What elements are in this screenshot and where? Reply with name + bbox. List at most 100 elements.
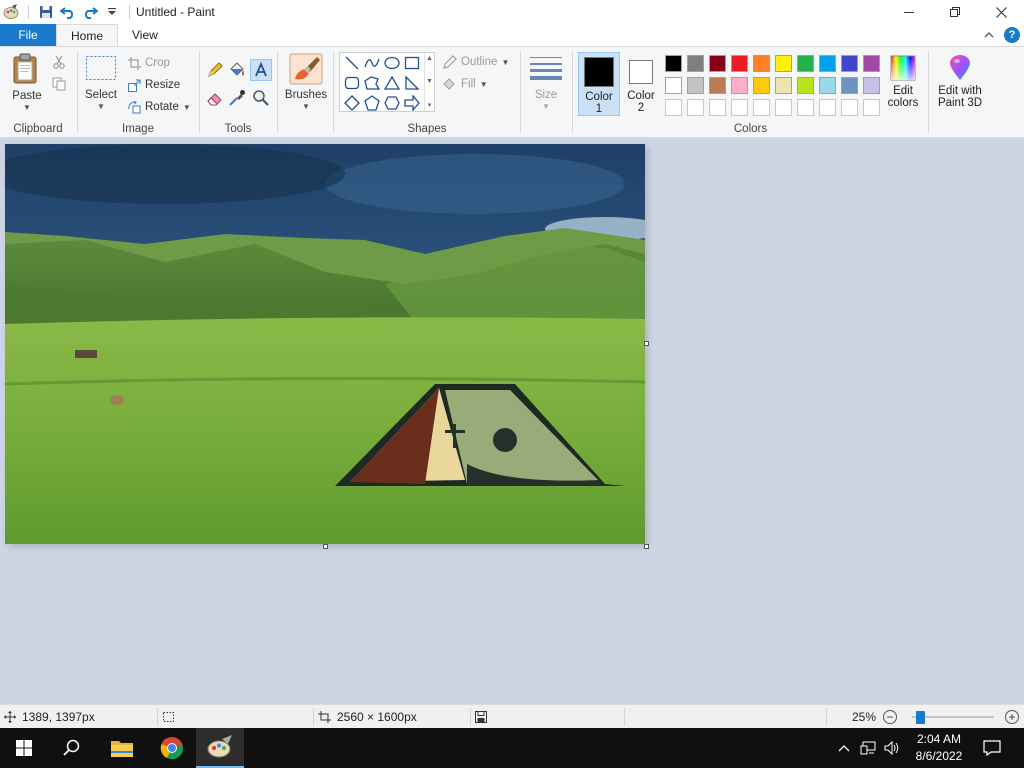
palette-color-swatch[interactable] (860, 74, 882, 96)
window-controls (886, 0, 1024, 24)
paste-button[interactable]: Paste ▼ (6, 53, 48, 114)
resize-handle-bottom[interactable] (323, 544, 328, 549)
scroll-down-icon[interactable]: ▼ (426, 78, 433, 85)
volume-icon[interactable] (884, 741, 900, 755)
clock[interactable]: 2:04 AM 8/6/2022 (900, 731, 978, 765)
tab-view[interactable]: View (118, 24, 172, 46)
restore-button[interactable] (932, 0, 978, 24)
rotate-button[interactable]: Rotate ▼ (128, 97, 191, 117)
customize-quick-access-icon[interactable] (101, 1, 123, 23)
zoom-slider-thumb[interactable] (916, 711, 926, 724)
palette-color-swatch[interactable] (706, 52, 728, 74)
palette-color-swatch[interactable] (838, 74, 860, 96)
palette-color-swatch[interactable] (772, 96, 794, 118)
pencil-icon[interactable] (206, 61, 224, 79)
minimize-button[interactable] (886, 0, 932, 24)
palette-color-swatch[interactable] (662, 96, 684, 118)
palette-color-swatch[interactable] (816, 96, 838, 118)
magnifier-icon[interactable] (252, 89, 270, 107)
line-shape-icon[interactable] (342, 53, 362, 73)
pentagon-shape-icon[interactable] (362, 93, 382, 113)
notifications-button[interactable] (970, 728, 1014, 768)
rectangle-shape-icon[interactable] (402, 53, 422, 73)
palette-color-swatch[interactable] (662, 52, 684, 74)
palette-color-swatch[interactable] (816, 52, 838, 74)
fill-button[interactable]: Fill ▼ (442, 74, 488, 94)
palette-color-swatch[interactable] (750, 52, 772, 74)
triangle-shape-icon[interactable] (382, 73, 402, 93)
brushes-button[interactable]: Brushes ▼ (282, 53, 330, 113)
tab-file[interactable]: File (0, 24, 56, 46)
outline-button[interactable]: Outline ▼ (442, 52, 509, 72)
palette-color-swatch[interactable] (684, 74, 706, 96)
polygon-shape-icon[interactable] (362, 73, 382, 93)
palette-color-swatch[interactable] (794, 96, 816, 118)
right-triangle-shape-icon[interactable] (402, 73, 422, 93)
search-button[interactable] (48, 728, 96, 768)
cut-icon[interactable] (52, 55, 66, 69)
palette-color-swatch[interactable] (728, 96, 750, 118)
scroll-up-icon[interactable]: ▲ (426, 55, 433, 62)
palette-color-swatch[interactable] (838, 96, 860, 118)
expand-gallery-icon[interactable]: ▾ (428, 101, 432, 109)
drawing-canvas[interactable] (5, 144, 645, 544)
zoom-out-button[interactable]: − (883, 710, 897, 724)
palette-color-swatch[interactable] (706, 96, 728, 118)
close-button[interactable] (978, 0, 1024, 24)
size-button[interactable]: Size ▼ (527, 55, 565, 113)
palette-color-swatch[interactable] (684, 52, 706, 74)
text-tool-button[interactable] (250, 59, 272, 81)
status-separator (624, 708, 625, 726)
zoom-in-button[interactable]: + (1005, 710, 1019, 724)
network-icon[interactable] (860, 741, 876, 755)
palette-color-swatch[interactable] (728, 74, 750, 96)
palette-color-swatch[interactable] (706, 74, 728, 96)
help-icon[interactable]: ? (1004, 27, 1020, 43)
palette-color-swatch[interactable] (860, 96, 882, 118)
right-arrow-shape-icon[interactable] (402, 93, 422, 113)
resize-handle-corner[interactable] (644, 544, 649, 549)
save-icon[interactable] (35, 1, 57, 23)
paint-taskbar-button[interactable] (196, 728, 244, 768)
fill-bucket-icon[interactable] (228, 61, 246, 79)
palette-color-swatch[interactable] (662, 74, 684, 96)
eraser-icon[interactable] (206, 89, 224, 107)
curve-shape-icon[interactable] (362, 53, 382, 73)
palette-color-swatch[interactable] (772, 52, 794, 74)
file-explorer-button[interactable] (98, 728, 146, 768)
crop-button[interactable]: Crop (128, 53, 170, 73)
rounded-rectangle-shape-icon[interactable] (342, 73, 362, 93)
palette-color-swatch[interactable] (794, 52, 816, 74)
redo-icon[interactable] (79, 1, 101, 23)
palette-color-swatch[interactable] (794, 74, 816, 96)
canvas-workspace[interactable] (0, 138, 1024, 704)
copy-icon[interactable] (52, 77, 66, 91)
collapse-ribbon-icon[interactable] (984, 31, 994, 39)
palette-color-swatch[interactable] (838, 52, 860, 74)
resize-button[interactable]: Resize (128, 75, 180, 95)
color-picker-icon[interactable] (228, 89, 246, 107)
palette-color-swatch[interactable] (816, 74, 838, 96)
palette-color-swatch[interactable] (750, 96, 772, 118)
edit-with-paint3d-button[interactable]: Edit with Paint 3D (932, 52, 988, 116)
resize-handle-right[interactable] (644, 341, 649, 346)
color2-button[interactable]: Color 2 (622, 52, 660, 116)
start-button[interactable] (0, 728, 48, 768)
undo-icon[interactable] (57, 1, 79, 23)
paint-app-icon[interactable] (0, 1, 22, 23)
oval-shape-icon[interactable] (382, 53, 402, 73)
chevron-up-icon[interactable] (838, 744, 850, 752)
color1-button[interactable]: Color 1 (578, 52, 620, 116)
shapes-scrollbar[interactable]: ▲ ▼ ▾ (424, 53, 434, 111)
palette-color-swatch[interactable] (728, 52, 750, 74)
palette-color-swatch[interactable] (772, 74, 794, 96)
select-button[interactable]: Select ▼ (84, 55, 118, 113)
palette-color-swatch[interactable] (860, 52, 882, 74)
diamond-shape-icon[interactable] (342, 93, 362, 113)
chrome-button[interactable] (148, 728, 196, 768)
tab-home[interactable]: Home (56, 24, 119, 47)
palette-color-swatch[interactable] (684, 96, 706, 118)
edit-colors-button[interactable]: Edit colors (884, 52, 922, 116)
palette-color-swatch[interactable] (750, 74, 772, 96)
hexagon-shape-icon[interactable] (382, 93, 402, 113)
